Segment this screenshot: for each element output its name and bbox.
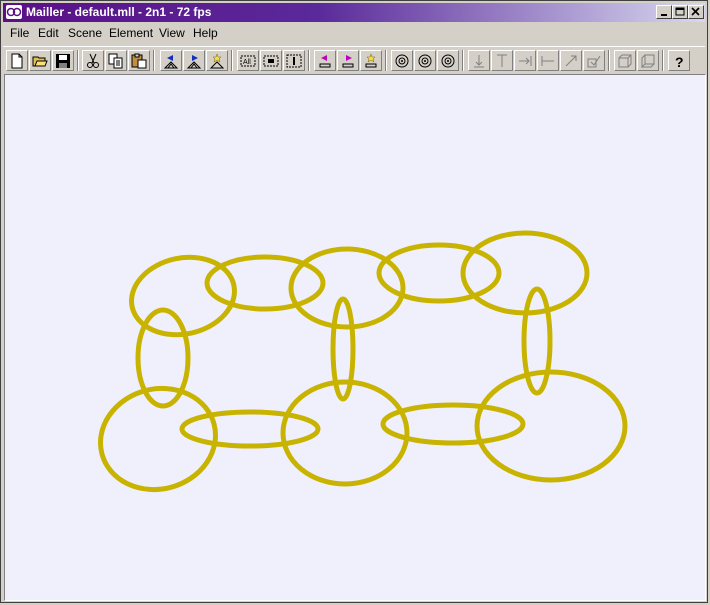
svg-text:All: All [243, 59, 251, 66]
ring [474, 369, 628, 483]
toolbar-separator [608, 50, 610, 71]
menu-view[interactable]: View [157, 25, 187, 41]
toolbar-separator [662, 50, 664, 71]
paste-icon[interactable] [128, 50, 150, 71]
menu-file[interactable]: File [8, 25, 31, 41]
toolbar-separator [462, 50, 464, 71]
app-icon [6, 5, 22, 19]
toolbar: All ? [3, 46, 705, 73]
align-down-icon[interactable] [468, 50, 490, 71]
magenta-arrow-right-icon[interactable] [337, 50, 359, 71]
diagonal-arrow-icon[interactable] [560, 50, 582, 71]
toolbar-separator [231, 50, 233, 71]
align-right-icon[interactable] [514, 50, 536, 71]
open-folder-icon[interactable] [29, 50, 51, 71]
magenta-arrow-left-icon[interactable] [314, 50, 336, 71]
title-bar[interactable]: Mailler - default.mll - 2n1 - 72 fps [3, 3, 705, 22]
select-frame-icon[interactable] [283, 50, 305, 71]
save-icon[interactable] [52, 50, 74, 71]
menu-bar: File Edit Scene Element View Help [3, 23, 705, 42]
select-box-icon[interactable] [260, 50, 282, 71]
menu-edit[interactable]: Edit [36, 25, 61, 41]
target-2-icon[interactable] [414, 50, 436, 71]
svg-text:?: ? [675, 54, 684, 69]
target-1-icon[interactable] [391, 50, 413, 71]
box-front-icon[interactable] [614, 50, 636, 71]
ring [521, 286, 553, 396]
ring [460, 230, 590, 316]
target-3-icon[interactable] [437, 50, 459, 71]
ring [98, 385, 218, 493]
ring-group [98, 230, 628, 493]
copy-icon[interactable] [105, 50, 127, 71]
cut-icon[interactable] [82, 50, 104, 71]
close-button[interactable] [688, 5, 704, 19]
toolbar-separator [308, 50, 310, 71]
align-left-icon[interactable] [537, 50, 559, 71]
window-title: Mailler - default.mll - 2n1 - 72 fps [26, 5, 212, 19]
new-file-icon[interactable] [6, 50, 28, 71]
blue-arrow-left-icon[interactable] [160, 50, 182, 71]
yellow-star-icon[interactable] [360, 50, 382, 71]
chainmail-scene [98, 230, 628, 493]
menu-scene[interactable]: Scene [66, 25, 104, 41]
ring [179, 409, 321, 449]
blue-arrow-right-icon[interactable] [183, 50, 205, 71]
maximize-button[interactable] [672, 5, 688, 19]
align-top-icon[interactable] [491, 50, 513, 71]
menu-element[interactable]: Element [107, 25, 155, 41]
help-icon[interactable]: ? [668, 50, 690, 71]
toolbar-separator [385, 50, 387, 71]
menu-help[interactable]: Help [191, 25, 220, 41]
minimize-button[interactable] [656, 5, 672, 19]
toolbar-separator [153, 50, 155, 71]
scene-viewport[interactable] [4, 74, 706, 601]
toolbar-separator [77, 50, 79, 71]
star-up-icon[interactable] [206, 50, 228, 71]
box-back-icon[interactable] [637, 50, 659, 71]
check-icon[interactable] [583, 50, 605, 71]
app-window: Mailler - default.mll - 2n1 - 72 fps Fil… [0, 0, 708, 603]
select-all-icon[interactable]: All [237, 50, 259, 71]
